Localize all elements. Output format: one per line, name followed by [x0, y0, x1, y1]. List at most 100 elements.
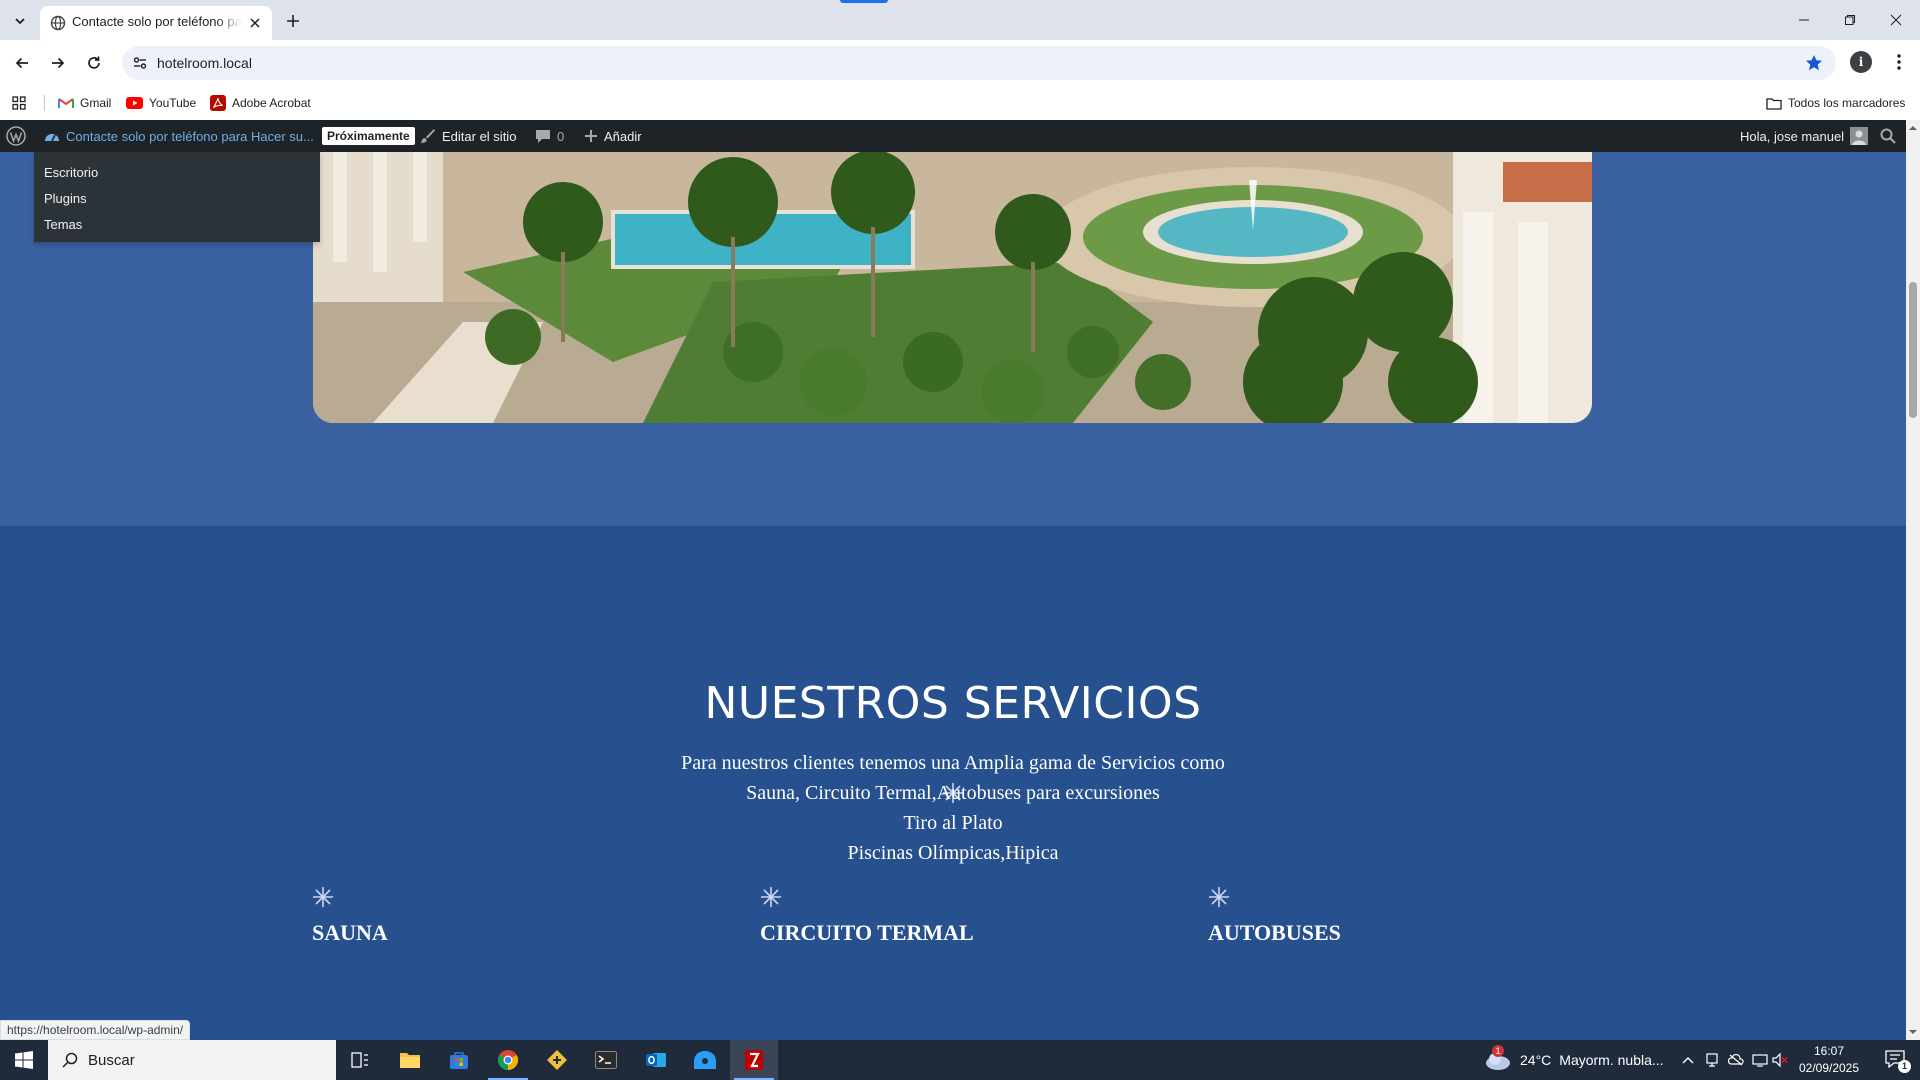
weather-widget[interactable]: 1 24°C Mayorm. nubla...	[1484, 1040, 1664, 1080]
bookmarks-divider	[44, 95, 45, 111]
services-title: NUESTROS SERVICIOS	[704, 678, 1202, 729]
start-button[interactable]	[0, 1040, 48, 1080]
taskbar-git[interactable]	[533, 1040, 581, 1080]
link-status-bubble: https://hotelroom.local/wp-admin/	[0, 1020, 191, 1040]
services-section: NUESTROS SERVICIOS Para nuestros cliente…	[0, 526, 1906, 1040]
task-view-button[interactable]	[336, 1040, 384, 1080]
weather-temperature: 24°C	[1520, 1052, 1552, 1068]
scroll-up-icon[interactable]	[1909, 124, 1917, 132]
add-new-link[interactable]: Añadir	[584, 120, 642, 152]
taskbar-outlook[interactable]	[632, 1040, 680, 1080]
service-title: AUTOBUSES	[1208, 920, 1341, 945]
taskbar-search[interactable]: Buscar	[48, 1040, 336, 1080]
tray-meet-button[interactable]	[1704, 1052, 1720, 1068]
clock-date: 02/09/2025	[1798, 1061, 1860, 1075]
minimize-button[interactable]	[1792, 8, 1816, 32]
comments-link[interactable]: 0	[535, 120, 564, 152]
filezilla-icon	[745, 1050, 763, 1070]
wordpress-icon	[6, 126, 26, 146]
notification-count-badge: 1	[1898, 1060, 1911, 1073]
greeting-text: Hola, jose manuel	[1740, 128, 1845, 144]
bookmark-label: Gmail	[80, 96, 112, 110]
acrobat-icon	[210, 95, 226, 111]
scroll-down-icon[interactable]	[1909, 1028, 1917, 1036]
reload-button[interactable]	[80, 49, 108, 77]
services-description-line: Piscinas Olímpicas,Hipica	[847, 842, 1059, 864]
tab-strip: Contacte solo por teléfono para Hacer su…	[0, 0, 1920, 40]
youtube-icon	[126, 97, 143, 109]
windows-taskbar: Buscar 1 24°C Mayorm. nubla... 16:07 02/…	[0, 1040, 1920, 1080]
tab-search-button[interactable]	[8, 9, 32, 33]
tab-title: Contacte solo por teléfono para Hacer su…	[72, 14, 242, 29]
sparkle-icon	[761, 887, 781, 907]
page-scrollbar[interactable]	[1906, 120, 1920, 1040]
all-bookmarks-button[interactable]: Todos los marcadores	[1766, 93, 1905, 113]
account-menu[interactable]: Hola, jose manuel	[1740, 120, 1869, 152]
bookmark-label: Adobe Acrobat	[232, 96, 311, 110]
coming-soon-badge-item[interactable]: Próximamente	[322, 120, 415, 152]
back-button[interactable]	[8, 49, 36, 77]
services-description: Para nuestros clientes tenemos una Ampli…	[0, 748, 1906, 868]
taskbar-store[interactable]	[435, 1040, 483, 1080]
scrollbar-thumb[interactable]	[1909, 282, 1917, 418]
avatar	[1850, 127, 1869, 145]
notification-center-button[interactable]: 1	[1876, 1040, 1916, 1080]
page-content: NUESTROS SERVICIOS Para nuestros cliente…	[0, 152, 1906, 1040]
comments-count: 0	[557, 128, 565, 144]
edit-site-link[interactable]: Editar el sitio	[420, 120, 516, 152]
hotel-garden-image	[313, 152, 1592, 423]
bookmark-youtube[interactable]: YouTube	[126, 93, 196, 113]
search-icon	[62, 1052, 78, 1068]
menu-item-plugins[interactable]: Plugins	[44, 191, 87, 206]
close-icon	[1890, 14, 1902, 26]
tray-onedrive[interactable]	[1728, 1052, 1744, 1068]
new-tab-button[interactable]	[282, 10, 304, 32]
taskbar-filezilla[interactable]	[730, 1040, 778, 1080]
tab-strip-accent	[840, 0, 888, 3]
restore-icon	[1845, 15, 1855, 25]
taskbar-clock[interactable]: 16:07 02/09/2025	[1786, 1043, 1872, 1077]
windows-logo-icon	[15, 1051, 33, 1069]
git-icon	[547, 1050, 567, 1070]
menu-item-temas[interactable]: Temas	[44, 217, 82, 232]
taskbar-file-explorer[interactable]	[386, 1040, 434, 1080]
admin-search-button[interactable]	[1880, 120, 1896, 152]
service-title: SAUNA	[312, 920, 388, 945]
local-wp-icon	[694, 1051, 716, 1069]
site-info-icon[interactable]	[130, 53, 150, 73]
comment-icon	[536, 129, 550, 143]
reload-icon	[88, 56, 100, 69]
bookmark-star-icon[interactable]	[1804, 53, 1824, 73]
apps-button[interactable]	[12, 93, 26, 113]
taskbar-terminal[interactable]	[582, 1040, 630, 1080]
tray-overflow-button[interactable]	[1680, 1052, 1696, 1068]
tab-active[interactable]: Contacte solo por teléfono para Hacer su…	[40, 6, 272, 40]
close-icon[interactable]	[246, 14, 264, 32]
taskbar-chrome[interactable]	[484, 1040, 532, 1080]
wp-site-name-link[interactable]: Contacte solo por teléfono para Hacer su…	[44, 120, 314, 152]
chrome-icon	[497, 1050, 519, 1071]
forward-button[interactable]	[44, 49, 72, 77]
plus-icon	[585, 130, 597, 142]
edit-site-label: Editar el sitio	[442, 128, 517, 144]
browser-menu-button[interactable]	[1888, 51, 1910, 73]
sparkle-icon	[313, 887, 333, 907]
close-window-button[interactable]	[1884, 8, 1908, 32]
profile-avatar[interactable]: i	[1850, 51, 1872, 73]
taskbar-local-app[interactable]	[681, 1040, 729, 1080]
restore-button[interactable]	[1838, 8, 1862, 32]
bookmark-gmail[interactable]: Gmail	[58, 93, 111, 113]
bookmarks-bar: Gmail YouTube Adobe Acrobat Todos los ma…	[0, 86, 1920, 120]
dashboard-icon	[45, 134, 59, 142]
bookmark-adobe-acrobat[interactable]: Adobe Acrobat	[210, 93, 311, 113]
arrow-right-icon	[52, 57, 65, 69]
device-icon	[1706, 1053, 1718, 1067]
more-vertical-icon	[1897, 54, 1901, 70]
address-bar[interactable]: hotelroom.local	[122, 46, 1836, 80]
wp-admin-bar: Contacte solo por teléfono para Hacer su…	[0, 120, 1906, 152]
service-title: CIRCUITO TERMAL	[760, 920, 974, 945]
wp-logo-button[interactable]	[6, 120, 26, 152]
tray-network[interactable]	[1752, 1052, 1768, 1068]
menu-item-escritorio[interactable]: Escritorio	[44, 165, 98, 180]
folder-icon	[400, 1053, 420, 1068]
